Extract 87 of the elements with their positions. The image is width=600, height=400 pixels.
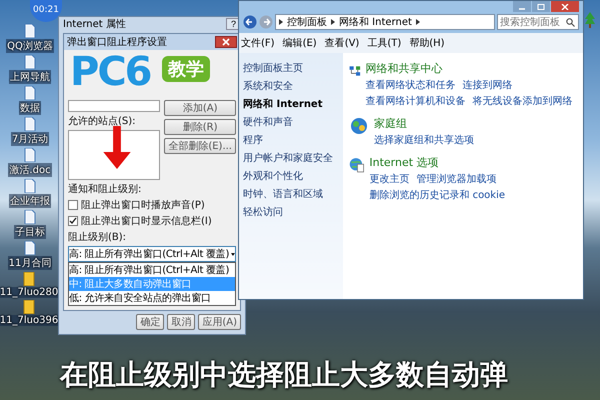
desktop-icon-label[interactable]: 11月合同 — [8, 256, 52, 270]
chevron-icon — [416, 19, 420, 25]
dialog-title: 弹出窗口阻止程序设置 — [67, 36, 167, 49]
dialog-button[interactable]: 全部删除(E)... — [164, 138, 236, 154]
sidebar-item[interactable]: 外观和个性化 — [243, 169, 303, 183]
minimize-button[interactable] — [513, 1, 531, 12]
close-icon — [222, 38, 230, 46]
menu-item[interactable]: 查看(V) — [324, 36, 360, 50]
file-icon[interactable] — [24, 86, 36, 100]
globe-icon — [349, 155, 364, 175]
homegroup-icon — [349, 116, 369, 136]
logo-badge: 教学 — [162, 56, 210, 82]
allowed-sites-list[interactable] — [68, 130, 160, 180]
file-icon[interactable] — [24, 24, 36, 38]
sidebar-item[interactable]: 控制面板主页 — [243, 61, 303, 75]
desktop-icon-label[interactable]: 7月活动 — [10, 132, 50, 146]
dialog-button[interactable]: 应用(A) — [198, 314, 241, 330]
category-title-link[interactable]: Internet 选项 — [369, 155, 577, 170]
menu-item[interactable]: 帮助(H) — [409, 36, 445, 50]
task-link[interactable]: 更改主页 — [369, 172, 410, 186]
search-icon — [566, 18, 575, 26]
desktop-icon-label[interactable]: 子目标 — [14, 225, 46, 239]
address-field[interactable] — [68, 100, 160, 112]
file-icon[interactable] — [24, 241, 36, 255]
task-link[interactable]: 选择家庭组和共享选项 — [374, 133, 474, 147]
sidebar-item[interactable]: 网络和 Internet — [243, 97, 322, 111]
checkbox-label: 阻止弹出窗口时播放声音(P) — [81, 198, 205, 212]
dialog-button[interactable]: 添加(A) — [164, 100, 236, 116]
maximize-icon — [537, 4, 545, 10]
checkbox[interactable] — [68, 216, 78, 226]
zip-file-icon[interactable] — [23, 272, 35, 286]
desktop-icon-label[interactable]: 激活.doc — [8, 163, 52, 177]
category-title-link[interactable]: 家庭组 — [374, 116, 474, 131]
file-icon[interactable] — [24, 55, 36, 69]
dropdown-option[interactable]: 高: 阻止所有弹出窗口(Ctrl+Alt 覆盖) — [69, 263, 235, 277]
file-icon[interactable] — [24, 148, 36, 162]
window-title: Internet 属性 — [63, 18, 126, 31]
task-link[interactable]: 将无线设备添加到网络 — [472, 94, 573, 108]
category-title-link[interactable]: 网络和共享中心 — [366, 61, 577, 76]
chevron-icon — [279, 19, 283, 25]
zip-file-icon[interactable] — [23, 300, 35, 314]
address-bar[interactable]: 控制面板 网络和 Internet — [275, 14, 495, 30]
allowed-sites-label: 允许的站点(S): — [68, 114, 137, 128]
dialog-button[interactable]: 取消 — [167, 314, 196, 330]
level-label: 阻止级别(B): — [68, 230, 128, 244]
task-link[interactable]: 查看网络计算机和设备 — [366, 94, 466, 108]
breadcrumb-item[interactable]: 控制面板 — [287, 15, 327, 29]
search-field[interactable]: 搜索控制面板 — [497, 14, 579, 30]
menu-item[interactable]: 工具(T) — [367, 36, 402, 50]
desktop-icon-label[interactable]: 上网导航 — [9, 70, 51, 84]
file-icon[interactable] — [24, 117, 36, 131]
desktop-icon-label[interactable]: QQ浏览器 — [6, 39, 54, 53]
sidebar-item[interactable]: 时钟、语言和区域 — [243, 187, 323, 201]
dialog-button[interactable]: 删除(R) — [164, 119, 236, 135]
file-icon[interactable] — [24, 179, 36, 193]
desktop-icon-label[interactable]: 企业年报 — [9, 194, 51, 208]
pc6-logo: PC6 — [70, 50, 151, 94]
tree-icon[interactable] — [585, 12, 595, 28]
file-icon[interactable] — [24, 210, 36, 224]
sidebar-item[interactable]: 用户帐户和家庭安全 — [243, 151, 333, 165]
close-button[interactable] — [551, 1, 579, 12]
chevron-icon — [331, 19, 335, 25]
down-arrow-icon — [102, 126, 132, 169]
close-icon — [561, 4, 569, 10]
notify-label: 通知和阻止级别: — [68, 182, 142, 196]
back-icon[interactable] — [243, 15, 257, 29]
task-link[interactable]: 管理浏览器加载项 — [416, 172, 496, 186]
sidebar-item[interactable]: 硬件和声音 — [243, 115, 293, 129]
sidebar-item[interactable]: 程序 — [243, 133, 263, 147]
menu-item[interactable]: 文件(F) — [241, 36, 275, 50]
breadcrumb-item[interactable]: 网络和 Internet — [339, 15, 412, 29]
caret-icon — [231, 252, 235, 256]
menu-item[interactable]: 编辑(E) — [282, 36, 317, 50]
checkbox-label: 阻止弹出窗口时显示信息栏(I) — [81, 214, 212, 228]
task-link[interactable]: 连接到网络 — [462, 78, 513, 92]
dropdown-option[interactable]: 低: 允许来自安全站点的弹出窗口 — [69, 291, 235, 305]
level-dropdown[interactable]: 高: 阻止所有弹出窗口(Ctrl+Alt 覆盖) — [68, 246, 236, 262]
close-button[interactable] — [215, 36, 237, 48]
dialog-button[interactable]: 确定 — [136, 314, 164, 330]
caption-text: 在阻止级别中选择阻止大多数自动弹 — [60, 357, 508, 393]
task-link[interactable]: 删除浏览的历史记录和 cookie — [369, 188, 506, 202]
checkbox[interactable] — [68, 200, 78, 210]
desktop-icon-label[interactable]: 数据 — [19, 101, 41, 115]
sidebar-item[interactable]: 系统和安全 — [243, 79, 293, 93]
task-link[interactable]: 查看网络状态和任务 — [366, 78, 456, 92]
maximize-button[interactable] — [532, 1, 550, 12]
sidebar-item[interactable]: 轻松访问 — [243, 205, 283, 219]
